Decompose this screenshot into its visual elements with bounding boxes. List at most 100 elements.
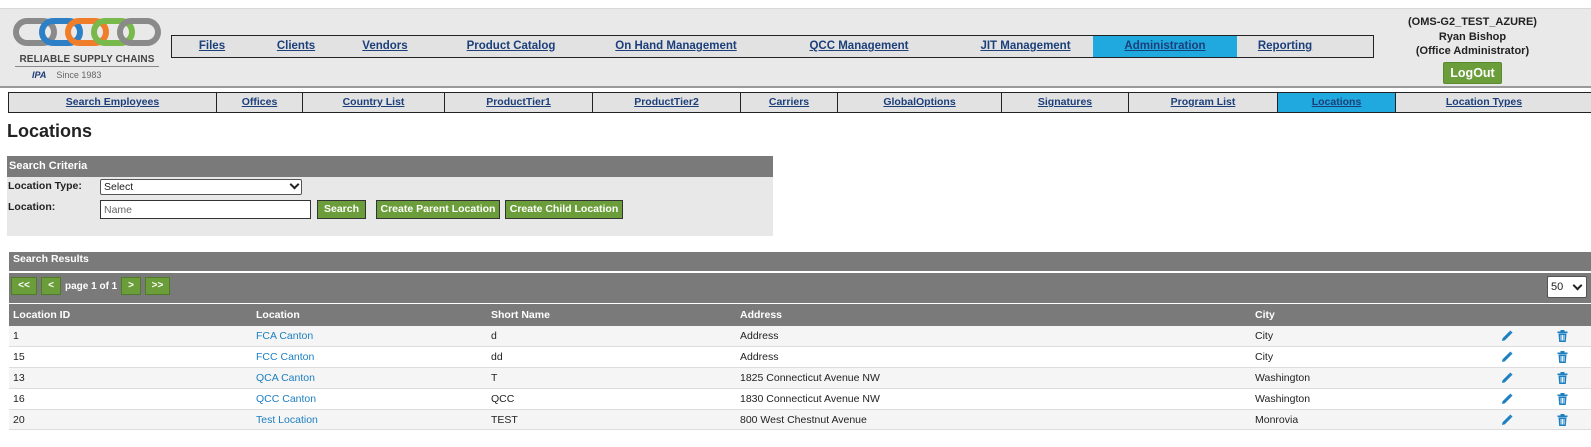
cell-location: Test Location bbox=[252, 409, 487, 431]
location-link[interactable]: FCA Canton bbox=[256, 330, 313, 342]
brand-logo[interactable]: RELIABLE SUPPLY CHAINS IPA Since 1983 bbox=[12, 13, 162, 85]
cell-address: Address bbox=[736, 346, 1251, 369]
user-role: (Office Administrator) bbox=[1415, 45, 1530, 57]
app-header: RELIABLE SUPPLY CHAINS IPA Since 1983 Fil… bbox=[0, 9, 1591, 88]
cell-location: QCA Canton bbox=[252, 367, 487, 389]
subnav-program-list[interactable]: Program List bbox=[1129, 93, 1278, 112]
page-info: page 1 of 1 bbox=[65, 281, 118, 292]
create-parent-location-button[interactable]: Create Parent Location bbox=[376, 200, 500, 219]
column-header-location[interactable]: Location bbox=[252, 304, 487, 326]
trash-icon[interactable] bbox=[1557, 372, 1568, 385]
chevron-down-icon bbox=[289, 179, 300, 190]
search-results-header: Search Results bbox=[9, 252, 1591, 271]
column-header-address[interactable]: Address bbox=[736, 304, 1251, 326]
edit-cell bbox=[1480, 409, 1534, 431]
cell-city: Monrovia bbox=[1251, 409, 1480, 431]
cell-location: FCA Canton bbox=[252, 326, 487, 348]
subnav-globaloptions[interactable]: GlobalOptions bbox=[838, 93, 1002, 112]
pencil-icon[interactable] bbox=[1501, 413, 1513, 425]
cell-location-id: 20 bbox=[9, 409, 252, 431]
page-size-select[interactable]: 50 bbox=[1547, 276, 1587, 298]
location-link[interactable]: FCC Canton bbox=[256, 351, 314, 363]
table-row: 1 FCA Canton d Address City bbox=[9, 326, 1591, 348]
subnav-carriers[interactable]: Carriers bbox=[741, 93, 838, 112]
trash-icon[interactable] bbox=[1557, 413, 1568, 426]
brand-since: IPA Since 1983 bbox=[32, 70, 101, 80]
chain-links-icon bbox=[13, 18, 161, 46]
subnav-signatures[interactable]: Signatures bbox=[1002, 93, 1129, 112]
pencil-icon[interactable] bbox=[1501, 372, 1513, 384]
table-row: 15 FCC Canton dd Address City bbox=[9, 346, 1591, 369]
pager-bar: << < page 1 of 1 > >> 50 bbox=[9, 273, 1591, 303]
column-header-short-name[interactable]: Short Name bbox=[487, 304, 736, 326]
logout-button[interactable]: LogOut bbox=[1443, 61, 1502, 84]
location-link[interactable]: QCC Canton bbox=[256, 393, 316, 405]
prev-page-button[interactable]: < bbox=[41, 277, 61, 295]
cell-short-name: T bbox=[487, 367, 736, 389]
nav-on-hand-management[interactable]: On Hand Management bbox=[592, 36, 760, 57]
create-child-location-button[interactable]: Create Child Location bbox=[505, 200, 623, 219]
cell-address: 1825 Connecticut Avenue NW bbox=[736, 367, 1251, 389]
cell-location: FCC Canton bbox=[252, 346, 487, 369]
column-header-location-id[interactable]: Location ID bbox=[9, 304, 252, 326]
cell-address: 800 West Chestnut Avenue bbox=[736, 409, 1251, 431]
subnav-location-types[interactable]: Location Types bbox=[1396, 93, 1572, 112]
location-type-value: Select bbox=[104, 181, 134, 193]
location-type-label: Location Type: bbox=[8, 180, 82, 192]
nav-administration[interactable]: Administration bbox=[1093, 36, 1237, 57]
environment-label: (OMS-G2_TEST_AZURE) bbox=[1408, 16, 1537, 28]
user-info: (OMS-G2_TEST_AZURE) Ryan Bishop (Office … bbox=[1390, 15, 1555, 84]
main-nav: Files Clients Vendors Product Catalog On Han… bbox=[171, 35, 1374, 58]
results-table: Location ID Location Short Name Address … bbox=[9, 304, 1591, 431]
chevron-down-icon bbox=[1572, 280, 1583, 291]
subnav-search-employees[interactable]: Search Employees bbox=[9, 93, 217, 112]
nav-clients[interactable]: Clients bbox=[252, 36, 340, 57]
location-name-input[interactable] bbox=[100, 200, 311, 219]
since-text: Since 1983 bbox=[56, 70, 102, 80]
brand-name: RELIABLE SUPPLY CHAINS bbox=[15, 54, 159, 67]
delete-cell bbox=[1534, 367, 1591, 389]
cell-short-name: dd bbox=[487, 346, 736, 369]
pencil-icon[interactable] bbox=[1501, 330, 1513, 342]
next-page-button[interactable]: > bbox=[121, 277, 141, 295]
delete-cell bbox=[1534, 388, 1591, 410]
search-button[interactable]: Search bbox=[317, 200, 366, 219]
delete-cell bbox=[1534, 326, 1591, 348]
nav-files[interactable]: Files bbox=[172, 36, 252, 57]
cell-city: City bbox=[1251, 326, 1480, 348]
nav-jit-management[interactable]: JIT Management bbox=[958, 36, 1093, 57]
location-link[interactable]: Test Location bbox=[256, 414, 318, 426]
location-label: Location: bbox=[8, 201, 56, 213]
trash-icon[interactable] bbox=[1557, 351, 1568, 364]
subnav-offices[interactable]: Offices bbox=[217, 93, 303, 112]
first-page-button[interactable]: << bbox=[11, 277, 37, 295]
edit-cell bbox=[1480, 367, 1534, 389]
cell-location-id: 16 bbox=[9, 388, 252, 410]
nav-reporting[interactable]: Reporting bbox=[1237, 36, 1333, 57]
cell-short-name: d bbox=[487, 326, 736, 348]
nav-product-catalog[interactable]: Product Catalog bbox=[430, 36, 592, 57]
cell-city: City bbox=[1251, 346, 1480, 369]
nav-vendors[interactable]: Vendors bbox=[340, 36, 430, 57]
pencil-icon[interactable] bbox=[1501, 351, 1513, 363]
location-link[interactable]: QCA Canton bbox=[256, 372, 315, 384]
column-header-city[interactable]: City bbox=[1251, 304, 1480, 326]
trash-icon[interactable] bbox=[1557, 330, 1568, 343]
cell-location: QCC Canton bbox=[252, 388, 487, 410]
nav-qcc-management[interactable]: QCC Management bbox=[760, 36, 958, 57]
pencil-icon[interactable] bbox=[1501, 393, 1513, 405]
column-header-delete bbox=[1534, 304, 1591, 326]
powered-by-logo: IPA bbox=[32, 70, 47, 80]
subnav-producttier2[interactable]: ProductTier2 bbox=[593, 93, 741, 112]
subnav-country-list[interactable]: Country List bbox=[303, 93, 445, 112]
location-type-select[interactable]: Select bbox=[100, 179, 302, 195]
user-name: Ryan Bishop bbox=[1438, 30, 1507, 43]
page-title: Locations bbox=[7, 121, 93, 141]
search-criteria-header: Search Criteria bbox=[7, 156, 773, 177]
top-strip bbox=[0, 0, 1591, 9]
subnav-locations[interactable]: Locations bbox=[1278, 93, 1396, 112]
cell-address: 1830 Connecticut Avenue NW bbox=[736, 388, 1251, 410]
subnav-producttier1[interactable]: ProductTier1 bbox=[445, 93, 593, 112]
last-page-button[interactable]: >> bbox=[145, 277, 170, 295]
trash-icon[interactable] bbox=[1557, 392, 1568, 405]
